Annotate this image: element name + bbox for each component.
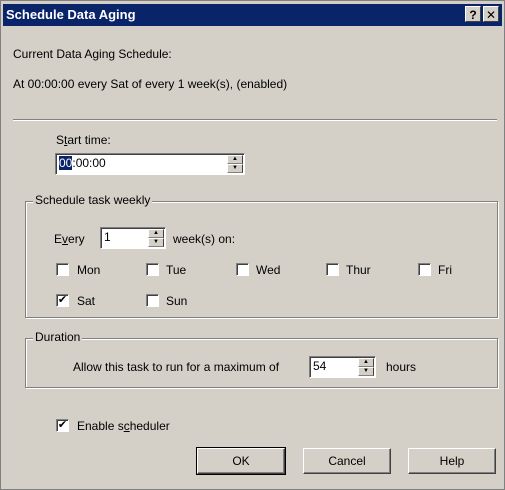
weekly-group xyxy=(25,201,498,318)
duration-prefix: Allow this task to run for a maximum of xyxy=(73,360,280,374)
checkbox-sat-label: Sat xyxy=(77,294,96,308)
checkbox-sun[interactable] xyxy=(146,294,159,307)
checkbox-sat[interactable]: ✔ xyxy=(56,294,69,307)
spin-up-icon[interactable]: ▲ xyxy=(358,358,374,367)
checkbox-wed-label: Wed xyxy=(256,263,281,277)
duration-suffix: hours xyxy=(386,360,417,374)
cancel-button[interactable]: Cancel xyxy=(303,448,391,474)
spin-down-icon[interactable]: ▼ xyxy=(358,367,374,376)
every-weeks-spinner[interactable]: ▲ ▼ xyxy=(148,229,164,247)
current-schedule-value: At 00:00:00 every Sat of every 1 week(s)… xyxy=(13,77,288,91)
every-weeks-value: 1 xyxy=(104,230,111,244)
weeks-on-label: week(s) on: xyxy=(173,232,236,246)
spin-up-icon[interactable]: ▲ xyxy=(227,155,243,164)
duration-legend: Duration xyxy=(33,330,83,344)
duration-hours-value: 54 xyxy=(313,359,327,373)
schedule-data-aging-dialog: Schedule Data Aging ? ✕ Current Data Agi… xyxy=(0,0,505,490)
checkbox-tue-label: Tue xyxy=(166,263,187,277)
help-icon[interactable]: ? xyxy=(465,6,481,22)
checkbox-fri-label: Fri xyxy=(438,263,452,277)
start-time-label: Start time: xyxy=(56,133,111,147)
help-button[interactable]: Help xyxy=(408,448,496,474)
start-time-selected-part: 00 xyxy=(59,156,73,170)
weekly-legend: Schedule task weekly xyxy=(33,193,153,207)
duration-hours-input[interactable]: 54 ▲ ▼ xyxy=(309,356,376,378)
enable-scheduler-label: Enable scheduler xyxy=(77,419,170,433)
checkbox-wed[interactable] xyxy=(236,263,249,276)
divider xyxy=(13,119,497,121)
spin-up-icon[interactable]: ▲ xyxy=(148,229,164,238)
checkbox-thur[interactable] xyxy=(326,263,339,276)
enable-scheduler-checkbox[interactable]: ✔ xyxy=(56,419,69,432)
spin-down-icon[interactable]: ▼ xyxy=(227,164,243,173)
every-weeks-input[interactable]: 1 ▲ ▼ xyxy=(100,227,166,249)
start-time-input[interactable]: 00:00:00 ▲ ▼ xyxy=(55,153,245,175)
current-schedule-label: Current Data Aging Schedule: xyxy=(13,47,172,61)
spin-down-icon[interactable]: ▼ xyxy=(148,238,164,247)
checkbox-fri[interactable] xyxy=(418,263,431,276)
close-icon[interactable]: ✕ xyxy=(483,6,499,22)
duration-hours-spinner[interactable]: ▲ ▼ xyxy=(358,358,374,376)
dialog-title: Schedule Data Aging xyxy=(6,7,136,22)
title-bar[interactable]: Schedule Data Aging ? ✕ xyxy=(3,4,502,26)
checkbox-thur-label: Thur xyxy=(346,263,371,277)
ok-button[interactable]: OK xyxy=(196,447,286,475)
start-time-spinner[interactable]: ▲ ▼ xyxy=(227,155,243,173)
every-label: Every xyxy=(54,232,85,246)
checkbox-mon-label: Mon xyxy=(77,263,101,277)
checkbox-sun-label: Sun xyxy=(166,294,188,308)
checkbox-tue[interactable] xyxy=(146,263,159,276)
checkbox-mon[interactable] xyxy=(56,263,69,276)
start-time-rest: :00:00 xyxy=(72,156,106,170)
